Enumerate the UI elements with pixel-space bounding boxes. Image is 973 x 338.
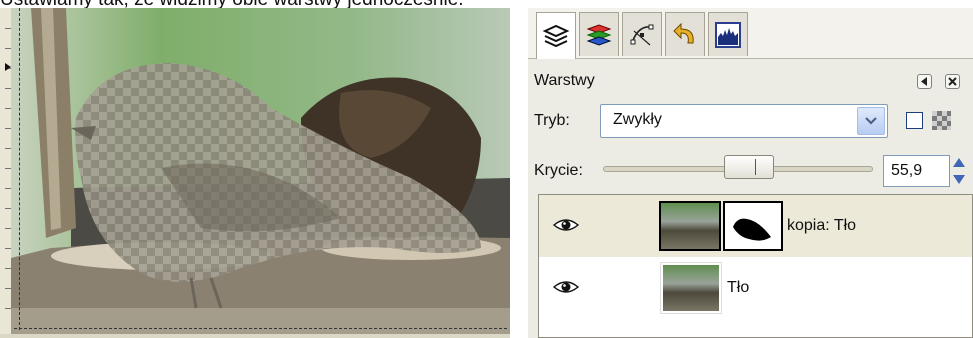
layers-list: kopia: Tło Tło xyxy=(538,194,973,338)
chevron-down-icon xyxy=(865,117,877,125)
eye-icon[interactable] xyxy=(553,217,579,233)
selection-border-bottom xyxy=(14,328,507,329)
opacity-label: Krycie: xyxy=(534,162,583,179)
bird-photo xyxy=(11,8,510,338)
alpha-checker-icon xyxy=(932,111,951,130)
mode-label: Tryb: xyxy=(534,112,570,129)
tab-layers[interactable] xyxy=(536,12,576,59)
triangle-left-icon xyxy=(921,77,927,86)
layer-thumbnail[interactable] xyxy=(660,262,722,314)
lock-alpha-checkbox[interactable] xyxy=(906,112,923,129)
undo-history-icon xyxy=(673,22,694,43)
paths-icon xyxy=(630,24,654,45)
bird-silhouette-icon xyxy=(733,218,771,241)
tab-paths[interactable] xyxy=(622,12,662,56)
layer-thumbnail[interactable] xyxy=(659,201,721,251)
opacity-value: 55,9 xyxy=(891,162,923,179)
image-canvas[interactable] xyxy=(0,8,510,338)
histogram-icon xyxy=(715,21,741,48)
opacity-slider-thumb[interactable] xyxy=(724,155,774,179)
opacity-spinbox[interactable]: 55,9 xyxy=(883,155,950,187)
mode-dropdown-button[interactable] xyxy=(857,107,885,135)
opacity-spin-arrows[interactable] xyxy=(950,155,968,187)
layer-mask-thumbnail[interactable] xyxy=(723,201,783,251)
spin-up-icon xyxy=(953,158,965,167)
layer-name: Tło xyxy=(727,279,750,296)
layers-icon xyxy=(542,24,570,48)
canvas-status-strip xyxy=(0,334,510,338)
spin-down-icon xyxy=(953,175,965,184)
dialog-title: Warstwy xyxy=(534,72,595,89)
eye-icon[interactable] xyxy=(553,279,579,295)
tab-undo-history[interactable] xyxy=(665,12,705,56)
dialog-close-button[interactable] xyxy=(945,74,960,89)
layer-name: kopia: Tło xyxy=(787,217,857,234)
selection-border-left xyxy=(19,8,20,330)
tab-histogram[interactable] xyxy=(708,12,748,56)
channels-icon xyxy=(586,23,612,46)
dialog-menu-button[interactable] xyxy=(917,74,932,89)
dock-tabbar xyxy=(528,8,973,59)
mode-select[interactable]: Zwykły xyxy=(600,104,888,138)
tab-channels[interactable] xyxy=(579,12,619,56)
layers-dock: Warstwy Tryb: Zwykły Krycie: 55,9 kopia:… xyxy=(528,8,973,338)
mode-value: Zwykły xyxy=(613,111,662,128)
close-icon xyxy=(948,77,957,86)
layer-row[interactable]: kopia: Tło xyxy=(539,195,972,257)
layer-row[interactable]: Tło xyxy=(539,257,972,319)
